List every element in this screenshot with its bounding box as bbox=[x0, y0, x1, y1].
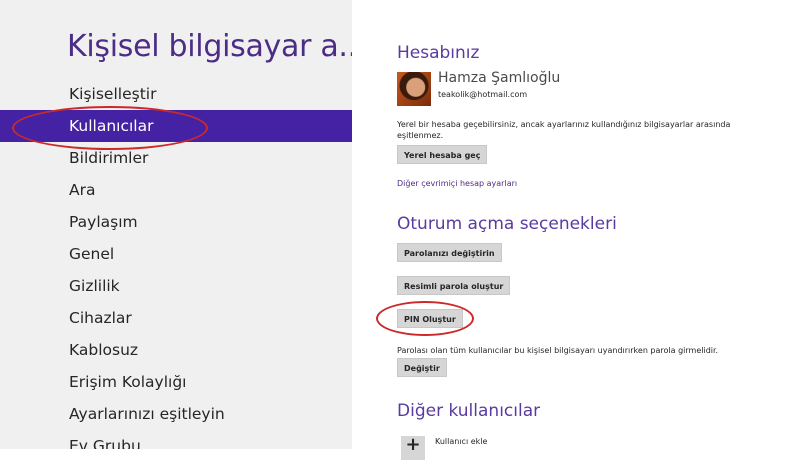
switch-to-local-account-button[interactable]: Yerel hesaba geç bbox=[397, 145, 488, 164]
nav-item-privacy[interactable]: Gizlilik bbox=[0, 270, 352, 302]
page-title: Kişisel bilgisayar a... bbox=[67, 29, 352, 64]
avatar bbox=[397, 72, 431, 106]
nav-item-label: Ara bbox=[69, 181, 96, 199]
nav-item-general[interactable]: Genel bbox=[0, 238, 352, 270]
section-title-other-users: Diğer kullanıcılar bbox=[397, 401, 541, 421]
settings-nav-pane: Kişisel bilgisayar a... Kişiselleştir Ku… bbox=[0, 0, 352, 449]
nav-item-sync-settings[interactable]: Ayarlarınızı eşitleyin bbox=[0, 398, 352, 430]
nav-item-users[interactable]: Kullanıcılar bbox=[0, 110, 352, 142]
nav-item-label: Genel bbox=[69, 245, 115, 263]
plus-icon: + bbox=[405, 434, 421, 455]
nav-item-share[interactable]: Paylaşım bbox=[0, 206, 352, 238]
nav-item-search[interactable]: Ara bbox=[0, 174, 352, 206]
switch-account-text-line2: eşitlenmez. bbox=[397, 131, 444, 140]
nav-item-label: Ayarlarınızı eşitleyin bbox=[69, 405, 225, 423]
section-title-signin-options: Oturum açma seçenekleri bbox=[397, 214, 617, 234]
nav-item-notifications[interactable]: Bildirimler bbox=[0, 142, 352, 174]
more-online-account-settings-link[interactable]: Diğer çevrimiçi hesap ayarları bbox=[397, 179, 517, 188]
nav-item-label: Cihazlar bbox=[69, 309, 132, 327]
nav-item-label: Kişiselleştir bbox=[69, 85, 157, 103]
add-user-button[interactable]: + bbox=[401, 436, 425, 460]
nav-item-label: Bildirimler bbox=[69, 149, 149, 167]
nav-item-personalize[interactable]: Kişiselleştir bbox=[0, 78, 352, 110]
switch-account-text-line1: Yerel bir hesaba geçebilirsiniz, ancak a… bbox=[397, 120, 731, 129]
create-pin-button[interactable]: PIN Oluştur bbox=[397, 309, 463, 328]
change-password-button[interactable]: Parolanızı değiştirin bbox=[397, 243, 502, 262]
nav-item-label: Kullanıcılar bbox=[69, 117, 154, 135]
password-required-text: Parolası olan tüm kullanıcılar bu kişise… bbox=[397, 346, 719, 355]
nav-item-label: Erişim Kolaylığı bbox=[69, 373, 187, 391]
nav-item-label: Kablosuz bbox=[69, 341, 139, 359]
user-email: teakolik@hotmail.com bbox=[438, 90, 528, 99]
nav-item-ease-of-access[interactable]: Erişim Kolaylığı bbox=[0, 366, 352, 398]
create-picture-password-button[interactable]: Resimli parola oluştur bbox=[397, 276, 511, 295]
user-name: Hamza Şamlıoğlu bbox=[438, 70, 561, 86]
settings-content: Hesabınız Hamza Şamlıoğlu teakolik@hotma… bbox=[352, 0, 800, 460]
switch-account-text: Yerel bir hesaba geçebilirsiniz, ancak a… bbox=[397, 119, 730, 141]
nav-item-wireless[interactable]: Kablosuz bbox=[0, 334, 352, 366]
nav-item-label: Paylaşım bbox=[69, 213, 138, 231]
change-password-policy-button[interactable]: Değiştir bbox=[397, 358, 447, 377]
section-title-account: Hesabınız bbox=[397, 43, 480, 63]
nav-item-label: Ev Grubu bbox=[69, 437, 141, 449]
nav-item-devices[interactable]: Cihazlar bbox=[0, 302, 352, 334]
nav-item-label: Gizlilik bbox=[69, 277, 120, 295]
add-user-label[interactable]: Kullanıcı ekle bbox=[435, 437, 487, 446]
nav-item-homegroup[interactable]: Ev Grubu bbox=[0, 430, 352, 449]
